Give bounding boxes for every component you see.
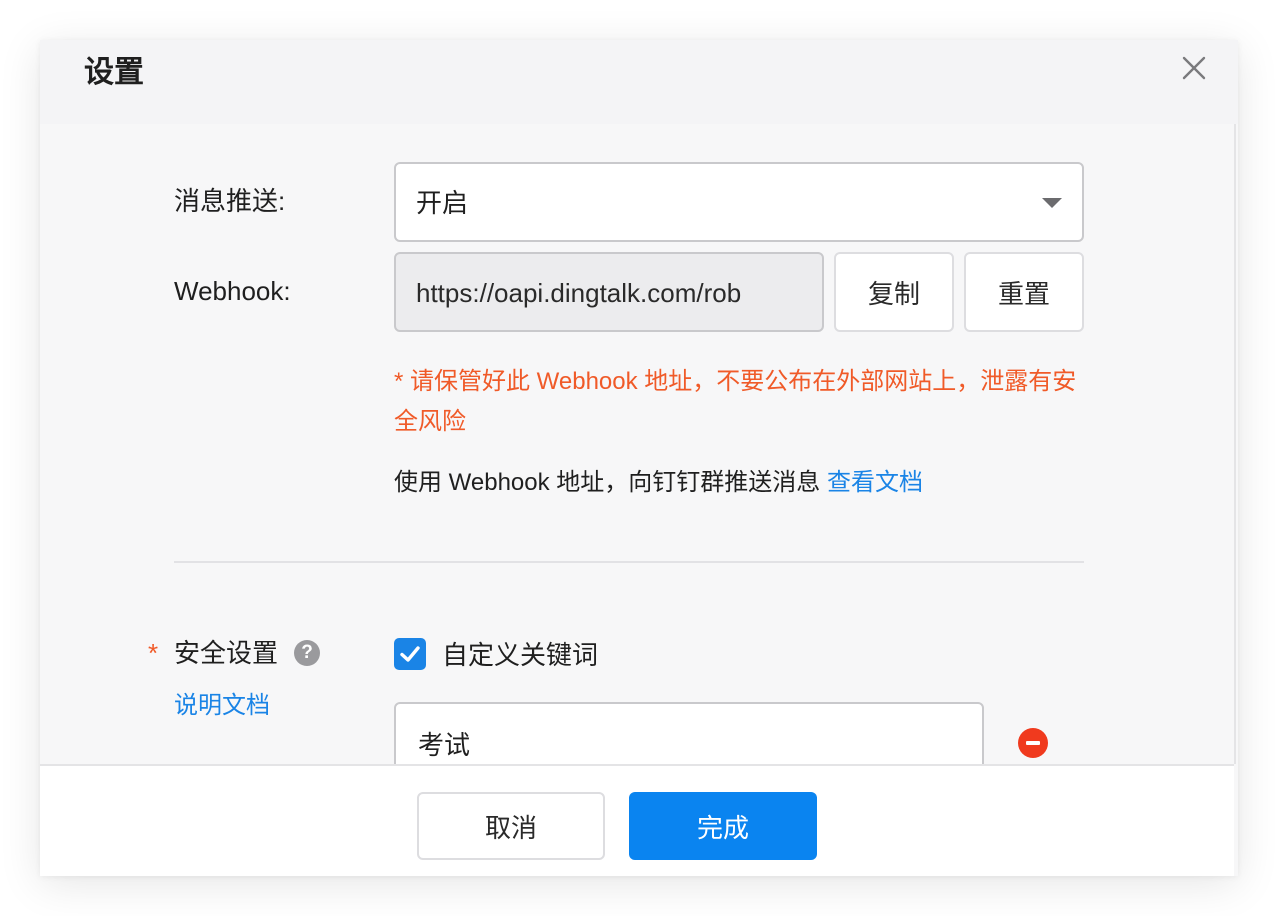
help-icon[interactable]: ? [294, 640, 320, 666]
custom-keyword-label[interactable]: 自定义关键词 [442, 638, 598, 672]
reset-button[interactable]: 重置 [964, 252, 1084, 332]
view-docs-link[interactable]: 查看文档 [827, 469, 923, 496]
dialog-header: 设置 [40, 40, 1238, 124]
push-select-value: 开启 [416, 188, 469, 218]
done-button[interactable]: 完成 [629, 792, 817, 860]
caret-down-icon [1042, 198, 1062, 208]
close-icon[interactable] [1180, 54, 1208, 82]
security-label: 安全设置 [174, 638, 279, 668]
custom-keyword-checkbox[interactable] [394, 638, 426, 670]
checkmark-icon [400, 646, 420, 662]
webhook-url-value: https://oapi.dingtalk.com/rob [416, 278, 742, 308]
webhook-info-text: 使用 Webhook 地址，向钉钉群推送消息 [394, 469, 821, 496]
webhook-url-field[interactable]: https://oapi.dingtalk.com/rob [394, 252, 824, 332]
remove-keyword-icon[interactable] [1018, 728, 1048, 758]
settings-dialog: 设置 消息推送: 开启 Webhook: https://oapi.dingta… [40, 40, 1238, 876]
push-label: 消息推送: [174, 186, 286, 216]
webhook-info: 使用 Webhook 地址，向钉钉群推送消息 查看文档 [394, 466, 923, 500]
explanation-docs-link[interactable]: 说明文档 [174, 690, 270, 722]
webhook-warning: * 请保管好此 Webhook 地址，不要公布在外部网站上，泄露有安全风险 [394, 368, 1077, 435]
keyword-input-value: 考试 [418, 730, 471, 760]
section-divider [174, 561, 1084, 563]
required-mark: * [148, 638, 159, 668]
dialog-title: 设置 [84, 56, 144, 89]
dialog-footer: 取消 完成 [40, 764, 1234, 876]
cancel-button[interactable]: 取消 [417, 792, 605, 860]
webhook-label: Webhook: [174, 276, 291, 306]
scrollbar-track[interactable] [1234, 124, 1236, 764]
copy-button[interactable]: 复制 [834, 252, 954, 332]
push-select[interactable]: 开启 [394, 162, 1084, 242]
